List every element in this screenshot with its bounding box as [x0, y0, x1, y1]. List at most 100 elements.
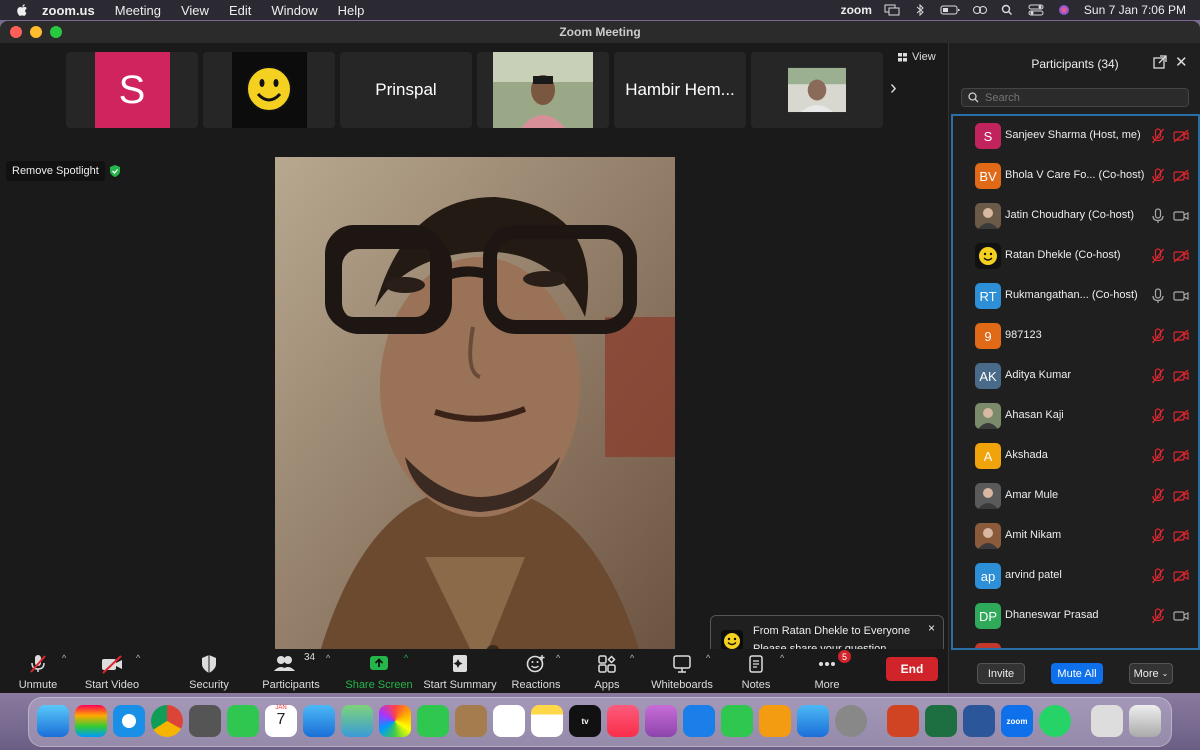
video-off-icon[interactable]	[1173, 369, 1189, 383]
participant-row[interactable]: S Sanjeev Sharma (Host, me)	[953, 116, 1198, 156]
photos-icon[interactable]	[379, 705, 411, 737]
microphone-muted-icon[interactable]	[1151, 128, 1165, 144]
apple-tv-icon[interactable]: tv	[569, 705, 601, 737]
remove-spotlight-button[interactable]: Remove Spotlight	[6, 161, 105, 181]
reminders-icon[interactable]	[493, 705, 525, 737]
close-notification-icon[interactable]: ×	[928, 621, 935, 635]
zoom-window-button[interactable]	[50, 26, 62, 38]
participant-row[interactable]: RT Rukmangathan... (Co-host)	[953, 276, 1198, 316]
microphone-icon[interactable]	[1151, 288, 1165, 304]
trash-icon[interactable]	[1129, 705, 1161, 737]
close-panel-icon[interactable]: ✕	[1175, 53, 1188, 71]
participant-row[interactable]: DP Dhaneswar Prasad	[953, 596, 1198, 636]
participant-row[interactable]: Ratan Dhekle (Co-host)	[953, 236, 1198, 276]
video-tile-s[interactable]: S	[66, 52, 198, 128]
microphone-muted-icon[interactable]	[1151, 448, 1165, 464]
system-settings-icon[interactable]	[835, 705, 867, 737]
microphone-muted-icon[interactable]	[1151, 488, 1165, 504]
video-tile-photo-1[interactable]	[477, 52, 609, 128]
apps-button[interactable]: Apps	[590, 653, 624, 691]
participant-row[interactable]	[953, 636, 1198, 648]
more-options-button[interactable]: More ⌄	[1129, 663, 1173, 684]
video-tile-prinspal[interactable]: Prinspal	[340, 52, 472, 128]
menu-view[interactable]: View	[181, 3, 209, 18]
unmute-button[interactable]: Unmute	[14, 653, 62, 691]
maps-icon[interactable]	[341, 705, 373, 737]
whiteboards-button[interactable]: Whiteboards	[650, 653, 714, 691]
start-summary-button[interactable]: Start Summary	[422, 653, 498, 691]
view-button[interactable]: View	[898, 51, 936, 63]
notes-options-caret-icon[interactable]: ^	[780, 653, 784, 663]
apps-options-caret-icon[interactable]: ^	[630, 653, 634, 663]
reactions-button[interactable]: Reactions	[510, 653, 562, 691]
search-input[interactable]	[985, 91, 1175, 104]
video-tile-hambir[interactable]: Hambir Hem...	[614, 52, 746, 128]
video-off-icon[interactable]	[1173, 329, 1189, 343]
video-off-icon[interactable]	[1173, 409, 1189, 423]
start-video-button[interactable]: Start Video	[82, 653, 142, 691]
battery-icon[interactable]	[940, 4, 960, 16]
app-store-icon[interactable]	[797, 705, 829, 737]
reactions-options-caret-icon[interactable]: ^	[556, 653, 560, 663]
minimize-window-button[interactable]	[30, 26, 42, 38]
downloads-stack-icon[interactable]	[1091, 705, 1123, 737]
powerpoint-icon[interactable]	[887, 705, 919, 737]
mute-all-button[interactable]: Mute All	[1051, 663, 1103, 684]
menu-help[interactable]: Help	[338, 3, 365, 18]
video-off-icon[interactable]	[1173, 249, 1189, 263]
facetime-icon[interactable]	[417, 705, 449, 737]
safari-icon[interactable]	[113, 705, 145, 737]
video-off-icon[interactable]	[1173, 489, 1189, 503]
calculator-icon[interactable]	[189, 705, 221, 737]
microphone-muted-icon[interactable]	[1151, 568, 1165, 584]
messages-icon[interactable]	[227, 705, 259, 737]
calendar-icon[interactable]: JAN 7	[265, 705, 297, 737]
menu-edit[interactable]: Edit	[229, 3, 251, 18]
participant-row[interactable]: ap arvind patel	[953, 556, 1198, 596]
microphone-muted-icon[interactable]	[1151, 408, 1165, 424]
keynote-icon[interactable]	[683, 705, 715, 737]
siri-icon[interactable]	[1056, 4, 1072, 16]
notes-button[interactable]: Notes	[738, 653, 774, 691]
video-tile-photo-2[interactable]	[751, 52, 883, 128]
microphone-muted-icon[interactable]	[1151, 528, 1165, 544]
mail-icon[interactable]	[303, 705, 335, 737]
encryption-shield-icon[interactable]	[108, 164, 122, 178]
participant-search[interactable]	[961, 88, 1189, 107]
podcasts-icon[interactable]	[645, 705, 677, 737]
contacts-icon[interactable]	[455, 705, 487, 737]
participant-row[interactable]: A Akshada	[953, 436, 1198, 476]
link-icon[interactable]	[972, 4, 988, 16]
pop-out-icon[interactable]	[1153, 55, 1167, 69]
security-button[interactable]: Security	[184, 653, 234, 691]
unmute-options-caret-icon[interactable]: ^	[62, 653, 66, 663]
spotlight-search-icon[interactable]	[1000, 4, 1016, 16]
microphone-muted-icon[interactable]	[1151, 368, 1165, 384]
whatsapp-icon[interactable]	[1039, 705, 1071, 737]
window-overlap-icon[interactable]	[884, 4, 900, 16]
share-options-caret-icon[interactable]: ^	[404, 653, 408, 663]
video-off-icon[interactable]	[1173, 169, 1189, 183]
menu-app-name[interactable]: zoom.us	[42, 3, 95, 18]
apple-icon[interactable]	[16, 3, 30, 17]
microphone-muted-icon[interactable]	[1151, 168, 1165, 184]
bluetooth-icon[interactable]	[912, 4, 928, 16]
video-icon[interactable]	[1173, 289, 1189, 303]
word-icon[interactable]	[963, 705, 995, 737]
video-off-icon[interactable]	[1173, 449, 1189, 463]
chrome-icon[interactable]	[151, 705, 183, 737]
participant-row[interactable]: Jatin Choudhary (Co-host)	[953, 196, 1198, 236]
video-icon[interactable]	[1173, 609, 1189, 623]
video-tile-smiley[interactable]	[203, 52, 335, 128]
menu-window[interactable]: Window	[271, 3, 317, 18]
participant-row[interactable]: BV Bhola V Care Fo... (Co-host)	[953, 156, 1198, 196]
participant-row[interactable]: Ahasan Kaji	[953, 396, 1198, 436]
zoom-status-label[interactable]: zoom	[841, 3, 872, 17]
video-off-icon[interactable]	[1173, 529, 1189, 543]
launchpad-icon[interactable]	[75, 705, 107, 737]
whiteboards-options-caret-icon[interactable]: ^	[706, 653, 710, 663]
excel-icon[interactable]	[925, 705, 957, 737]
participant-row[interactable]: 9 987123	[953, 316, 1198, 356]
notes-app-icon[interactable]	[531, 705, 563, 737]
menu-meeting[interactable]: Meeting	[115, 3, 161, 18]
